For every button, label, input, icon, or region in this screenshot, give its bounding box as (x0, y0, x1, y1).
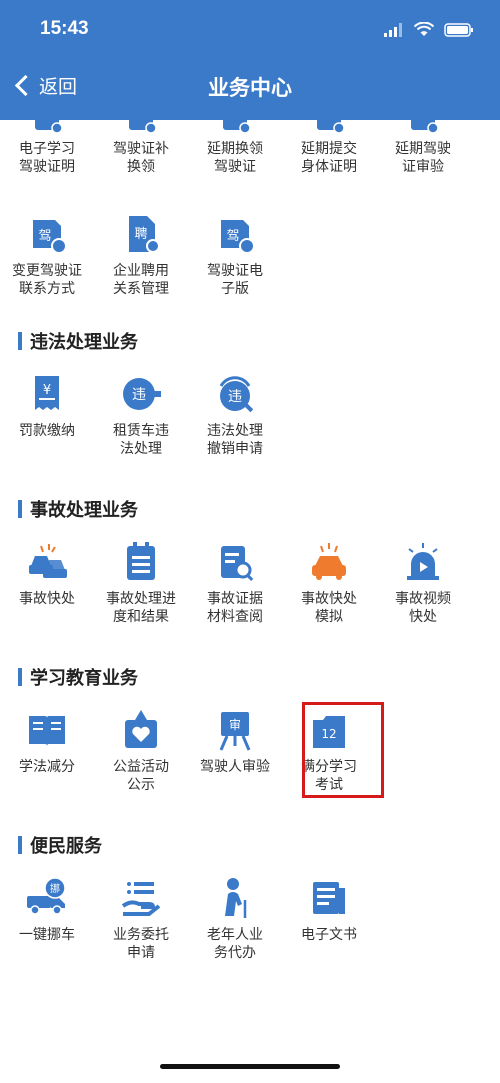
license-icon (223, 110, 251, 134)
service-label: 罚款缴纳 (19, 422, 75, 438)
service-item[interactable]: 电子学习 驾驶证明 (0, 110, 94, 175)
service-label: 事故视频 快处 (395, 590, 451, 624)
rental-violation-icon: 违 (123, 378, 161, 410)
service-item[interactable]: 违 租赁车违 法处理 (94, 372, 188, 457)
service-label: 事故快处 (19, 590, 75, 606)
service-item[interactable]: 学法减分 (0, 708, 94, 793)
svg-text:违: 违 (228, 389, 242, 405)
service-label: 租赁车违 法处理 (113, 422, 169, 456)
service-item[interactable]: 延期驾驶 证审验 (376, 110, 470, 175)
service-label: 驾驶人审验 (200, 758, 270, 774)
service-item[interactable]: 事故快处 (0, 540, 94, 625)
service-label: 业务委托 申请 (113, 926, 169, 960)
service-item[interactable]: 事故视频 快处 (376, 540, 470, 625)
service-item[interactable]: 公益活动 公示 (94, 708, 188, 793)
service-label: 事故快处 模拟 (301, 590, 357, 624)
service-item[interactable]: ¥ 罚款缴纳 (0, 372, 94, 457)
service-item[interactable]: 挪 一键挪车 (0, 876, 94, 961)
electronic-license-icon: 驾 (221, 220, 255, 254)
page-title: 业务中心 (208, 77, 292, 100)
service-label: 违法处理 撤销申请 (207, 422, 263, 456)
battery-icon (444, 22, 473, 37)
service-label: 电子学习 驾驶证明 (19, 140, 75, 174)
svg-text:¥: ¥ (43, 383, 51, 398)
service-item[interactable]: 电子文书 (282, 876, 376, 961)
service-item[interactable]: 事故处理进 度和结果 (94, 540, 188, 625)
employment-doc-icon: 聘 (129, 216, 160, 253)
service-item[interactable]: 老年人业 务代办 (188, 876, 282, 961)
status-icons (384, 22, 474, 37)
app-header: 15:43 返回 业务中心 (0, 0, 500, 120)
section-title-accident: 事故处理业务 (18, 496, 138, 522)
service-item[interactable]: 驾 变更驾驶证 联系方式 (0, 212, 94, 297)
accident-services-row: 事故快处 事故处理进 度和结果 事故证据 材料查阅 事故快处 模拟 事故视频 快… (0, 540, 470, 625)
license-icon (317, 110, 345, 134)
service-item[interactable]: 延期提交 身体证明 (282, 110, 376, 175)
service-item[interactable]: 事故证据 材料查阅 (188, 540, 282, 625)
license-services-row-2: 驾 变更驾驶证 联系方式 聘 企业聘用 关系管理 驾 驾驶证电 子版 (0, 212, 282, 297)
elderly-person-icon (225, 878, 247, 918)
highlight-box (302, 702, 384, 798)
service-label: 延期驾驶 证审验 (395, 140, 451, 174)
service-label: 事故处理进 度和结果 (106, 590, 176, 624)
convenience-services-row: 挪 一键挪车 业务委托 申请 老年人业 务代办 电子文书 (0, 876, 376, 961)
license-phone-icon: 驾 (33, 220, 67, 254)
book-icon (29, 716, 65, 746)
service-label: 公益活动 公示 (113, 758, 169, 792)
service-item[interactable]: 驾驶证补 换领 (94, 110, 188, 175)
service-item[interactable]: 审 驾驶人审验 (188, 708, 282, 793)
svg-text:聘: 聘 (134, 227, 147, 242)
section-title-convenience: 便民服务 (18, 832, 102, 858)
service-label: 企业聘用 关系管理 (113, 262, 169, 296)
violation-services-row: ¥ 罚款缴纳 违 租赁车违 法处理 违 违法处理 撤销申请 (0, 372, 282, 457)
service-item[interactable]: 违 违法处理 撤销申请 (188, 372, 282, 457)
license-icon (411, 110, 439, 134)
signal-icon (384, 22, 402, 37)
home-indicator (160, 1064, 340, 1069)
svg-text:驾: 驾 (226, 229, 239, 244)
license-icon (35, 110, 63, 134)
siren-video-icon (407, 543, 439, 580)
service-label: 一键挪车 (19, 926, 75, 942)
charity-heart-icon (125, 710, 157, 748)
progress-list-icon (127, 542, 155, 580)
truck-move-icon: 挪 (27, 877, 66, 915)
service-label: 延期提交 身体证明 (301, 140, 357, 174)
service-label: 学法减分 (19, 758, 75, 774)
status-time: 15:43 (40, 18, 89, 39)
service-label: 事故证据 材料查阅 (207, 590, 263, 624)
license-icon (129, 110, 157, 134)
service-label: 延期换领 驾驶证 (207, 140, 263, 174)
delegate-hand-icon (121, 882, 161, 916)
violation-revoke-icon: 违 (219, 376, 254, 413)
svg-text:驾: 驾 (38, 229, 51, 244)
wifi-icon (414, 22, 434, 36)
car-crash-simulation-icon (312, 543, 346, 580)
service-label: 电子文书 (301, 926, 357, 942)
fine-payment-icon: ¥ (35, 376, 59, 410)
svg-text:审: 审 (229, 717, 241, 732)
service-label: 驾驶证补 换领 (113, 140, 169, 174)
service-item[interactable]: 业务委托 申请 (94, 876, 188, 961)
service-item[interactable]: 聘 企业聘用 关系管理 (94, 212, 188, 297)
license-services-row-1: 电子学习 驾驶证明 驾驶证补 换领 延期换领 驾驶证 延期提交 身体证明 延期驾… (0, 110, 470, 175)
electronic-document-icon (313, 882, 345, 914)
evidence-search-icon (221, 546, 254, 581)
service-label: 老年人业 务代办 (207, 926, 263, 960)
service-item[interactable]: 延期换领 驾驶证 (188, 110, 282, 175)
service-label: 变更驾驶证 联系方式 (12, 262, 82, 296)
svg-text:挪: 挪 (50, 882, 60, 895)
section-title-violation: 违法处理业务 (18, 328, 138, 354)
service-item[interactable]: 事故快处 模拟 (282, 540, 376, 625)
car-crash-icon (29, 544, 67, 578)
svg-text:违: 违 (132, 387, 146, 403)
service-label: 驾驶证电 子版 (207, 262, 263, 296)
service-item[interactable]: 驾 驾驶证电 子版 (188, 212, 282, 297)
section-title-education: 学习教育业务 (18, 664, 138, 690)
review-board-icon: 审 (219, 712, 251, 751)
